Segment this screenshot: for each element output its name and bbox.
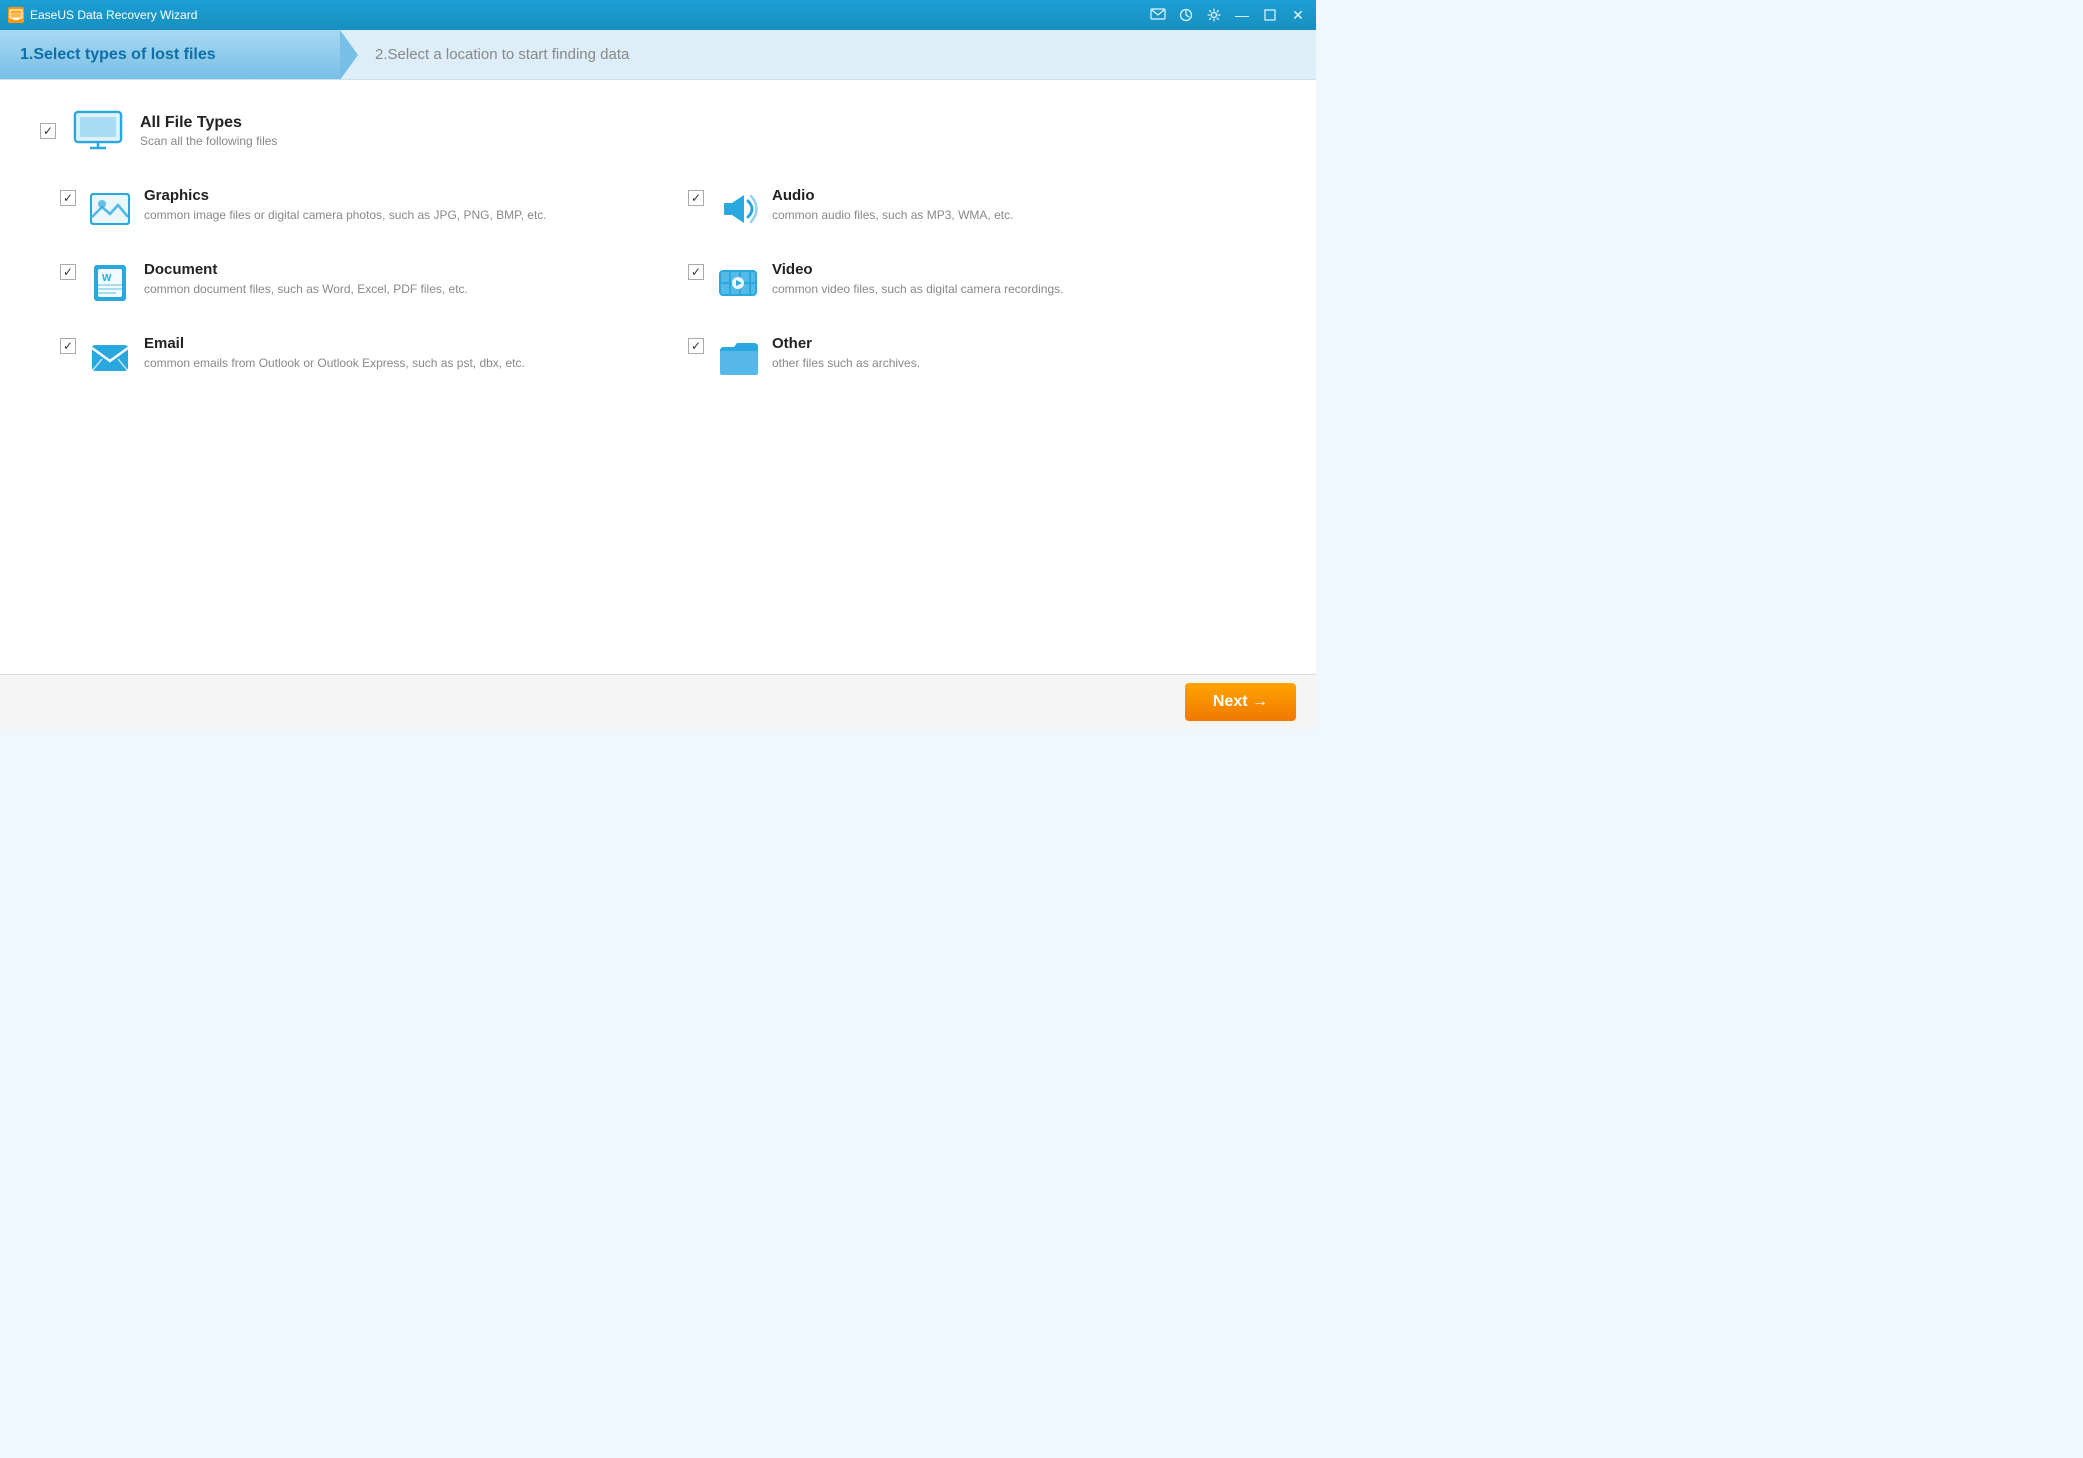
close-button[interactable]: ✕ [1288,5,1308,25]
document-desc: common document files, such as Word, Exc… [144,281,468,298]
step-2-label: 2.Select a location to start finding dat… [375,46,629,63]
audio-icon [716,187,760,231]
audio-title: Audio [772,187,1013,204]
history-icon[interactable] [1176,5,1196,25]
step-1[interactable]: 1.Select types of lost files [0,30,340,79]
other-title: Other [772,335,920,352]
svg-text:W: W [102,273,112,284]
settings-icon[interactable] [1204,5,1224,25]
video-info: Video common video files, such as digita… [772,261,1063,298]
audio-checkbox[interactable] [688,190,704,206]
audio-desc: common audio files, such as MP3, WMA, et… [772,207,1013,224]
main-content: All File Types Scan all the following fi… [0,80,1316,674]
email-item: Email common emails from Outlook or Outl… [60,335,648,379]
document-icon: W [88,261,132,305]
audio-info: Audio common audio files, such as MP3, W… [772,187,1013,224]
graphics-checkbox[interactable] [60,190,76,206]
bottom-bar: Next → [0,674,1316,729]
title-bar: EaseUS Data Recovery Wizard — [0,0,1316,30]
title-bar-controls: — ✕ [1148,5,1308,25]
document-checkbox[interactable] [60,264,76,280]
step-1-label: 1.Select types of lost files [20,46,216,64]
email-checkbox[interactable] [60,338,76,354]
video-title: Video [772,261,1063,278]
graphics-title: Graphics [144,187,547,204]
other-folder-icon [716,335,760,379]
graphics-desc: common image files or digital camera pho… [144,207,547,224]
maximize-button[interactable] [1260,5,1280,25]
document-info: Document common document files, such as … [144,261,468,298]
email-icon [88,335,132,379]
audio-item: Audio common audio files, such as MP3, W… [688,187,1276,231]
video-checkbox[interactable] [688,264,704,280]
other-desc: other files such as archives. [772,355,920,372]
all-file-types-title: All File Types [140,114,277,132]
monitor-icon [72,110,124,152]
other-info: Other other files such as archives. [772,335,920,372]
document-title: Document [144,261,468,278]
all-file-types-row: All File Types Scan all the following fi… [40,110,1276,152]
app-title: EaseUS Data Recovery Wizard [30,8,197,22]
graphics-item: Graphics common image files or digital c… [60,187,648,231]
other-item: Other other files such as archives. [688,335,1276,379]
step-bar: 1.Select types of lost files 2.Select a … [0,30,1316,80]
graphics-icon [88,187,132,231]
all-file-types-info: All File Types Scan all the following fi… [140,114,277,148]
video-desc: common video files, such as digital came… [772,281,1063,298]
all-file-types-checkbox-wrap[interactable] [40,123,56,139]
other-checkbox[interactable] [688,338,704,354]
app-icon [8,7,24,23]
video-icon [716,261,760,305]
all-file-types-checkbox[interactable] [40,123,56,139]
message-icon[interactable] [1148,5,1168,25]
email-desc: common emails from Outlook or Outlook Ex… [144,355,525,372]
title-bar-left: EaseUS Data Recovery Wizard [8,7,197,23]
step-2[interactable]: 2.Select a location to start finding dat… [340,30,1316,79]
email-title: Email [144,335,525,352]
next-button-label: Next → [1213,693,1268,711]
video-item: Video common video files, such as digita… [688,261,1276,305]
minimize-button[interactable]: — [1232,5,1252,25]
next-button[interactable]: Next → [1185,683,1296,721]
graphics-info: Graphics common image files or digital c… [144,187,547,224]
all-file-types-desc: Scan all the following files [140,134,277,148]
file-types-grid: Graphics common image files or digital c… [60,187,1276,379]
document-item: W Document common document files, such a… [60,261,648,305]
email-info: Email common emails from Outlook or Outl… [144,335,525,372]
